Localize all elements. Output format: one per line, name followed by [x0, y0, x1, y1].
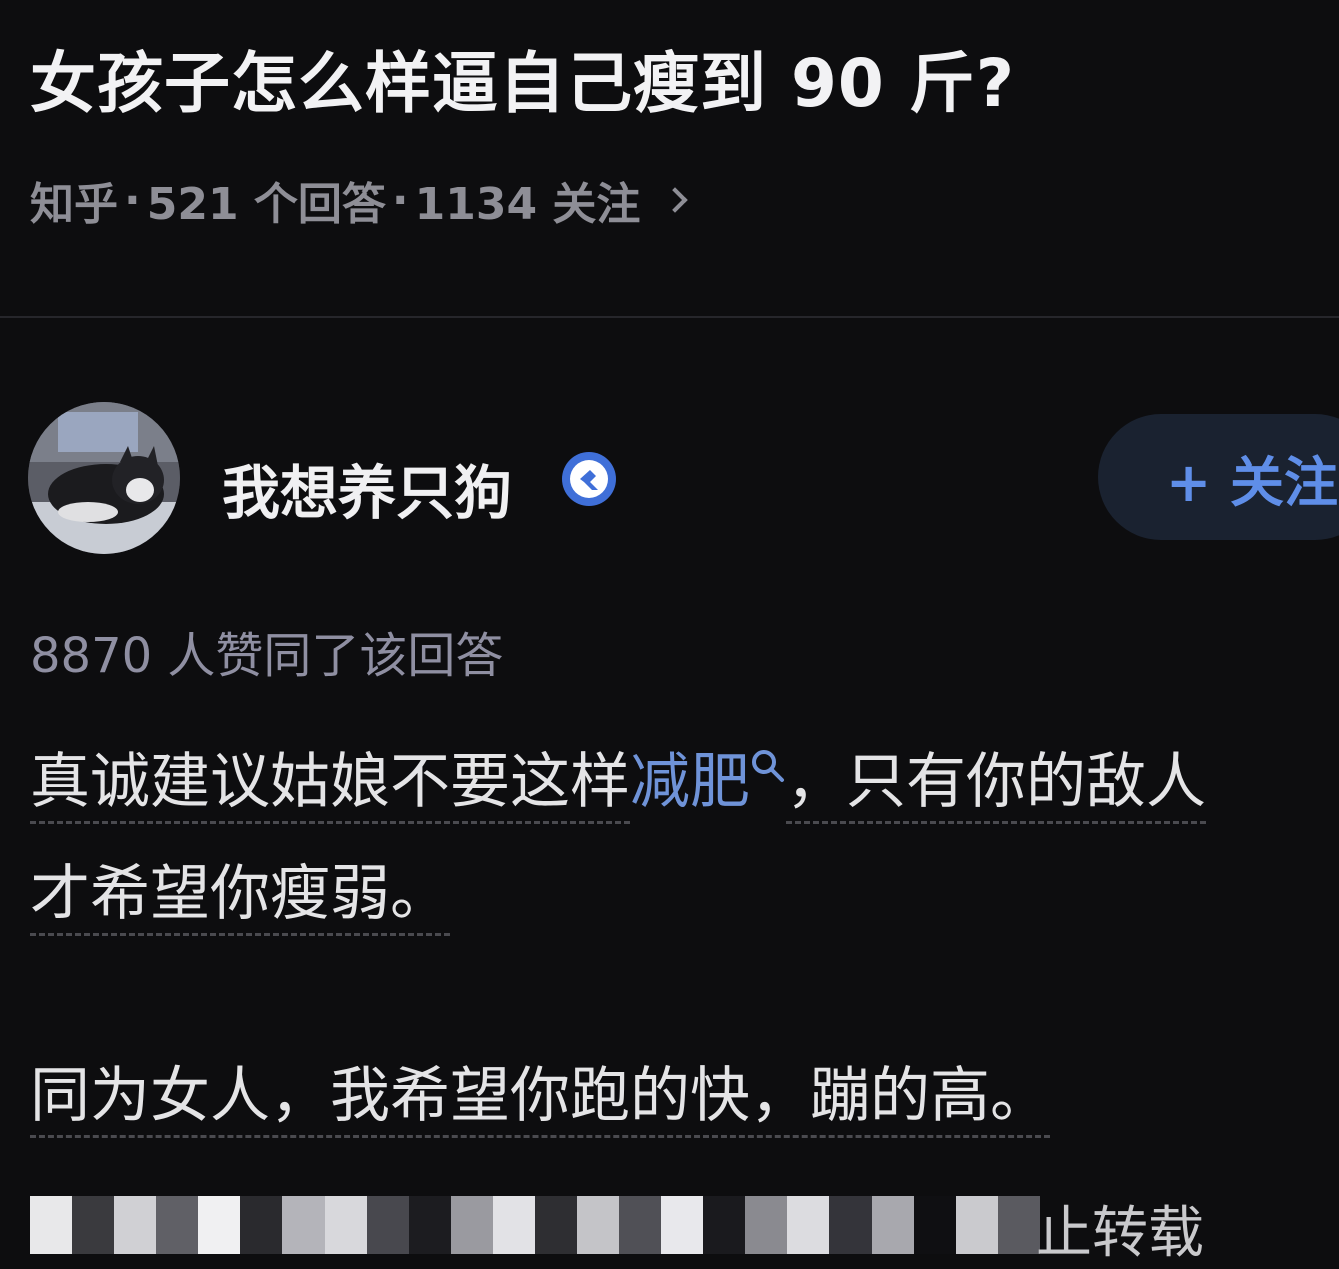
follow-button[interactable]: + 关注	[1098, 414, 1339, 540]
author-name[interactable]: 我想养只狗	[222, 446, 512, 530]
meta-separator: ·	[124, 174, 141, 226]
follower-count: 1134 关注	[414, 179, 641, 230]
question-title[interactable]: 女孩子怎么样逼自己瘦到 90 斤?	[30, 30, 1015, 126]
copyright-notice: 止转载	[1036, 1201, 1204, 1266]
blurred-footer-info	[30, 1196, 1040, 1254]
keyword-label: 减肥	[630, 747, 750, 817]
keyword-link[interactable]: 减肥	[630, 747, 786, 817]
meta-separator: ·	[391, 174, 409, 226]
answer-text: 同为女人，我希望你跑的快，蹦的高。	[30, 1061, 1050, 1138]
answer-count: 521 个回答	[146, 179, 386, 230]
source-label: 知乎	[30, 179, 118, 230]
verified-badge-icon	[562, 452, 616, 506]
vote-count: 8870 人赞同了该回答	[30, 628, 504, 684]
answer-text: 真诚建议姑娘不要这样	[30, 747, 630, 824]
cat-avatar-image	[28, 402, 180, 554]
chevron-right-icon[interactable]	[662, 187, 689, 213]
answer-text: 才希望你瘦弱。	[30, 859, 450, 936]
answer-text: ，只有你的敌人	[786, 747, 1206, 824]
avatar[interactable]	[28, 402, 180, 554]
question-meta[interactable]: 知乎 · 521 个回答 · 1134 关注	[30, 168, 689, 232]
answer-paragraph-1: 真诚建议姑娘不要这样减肥 ，只有你的敌人	[30, 744, 1206, 824]
answer-paragraph-1-continued: 才希望你瘦弱。	[30, 856, 450, 936]
search-icon	[752, 750, 784, 782]
answer-paragraph-2: 同为女人，我希望你跑的快，蹦的高。	[30, 1058, 1050, 1138]
divider	[0, 316, 1339, 318]
